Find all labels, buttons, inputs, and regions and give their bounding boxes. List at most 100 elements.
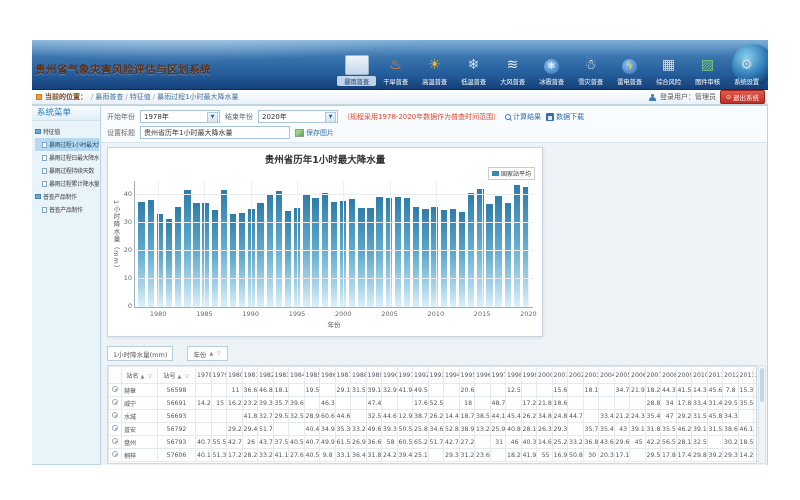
value-cell: 29.4: [242, 423, 258, 436]
nav-item-干旱普查[interactable]: ♨干旱普查: [376, 55, 415, 86]
year-header-2005[interactable]: 2005: [614, 367, 630, 384]
start-year-select[interactable]: 1978年: [140, 110, 220, 123]
year-header-2000[interactable]: 2000: [537, 367, 553, 384]
year-header-1989[interactable]: 1989: [366, 367, 382, 384]
year-header-1999[interactable]: 1999: [521, 367, 537, 384]
nav-item-低温普查[interactable]: ❄低温普查: [454, 55, 493, 86]
value-cell: [382, 397, 398, 410]
scrollbar-thumb[interactable]: [760, 368, 764, 402]
year-header-1992[interactable]: 1992: [413, 367, 429, 384]
table-scrollbar[interactable]: [758, 365, 766, 464]
year-header-1996[interactable]: 1996: [475, 367, 491, 384]
low-temp-icon: ❄: [462, 55, 486, 75]
year-header-1982[interactable]: 1982: [258, 367, 274, 384]
year-header-1990[interactable]: 1990: [382, 367, 398, 384]
row-radio-button[interactable]: [112, 412, 118, 418]
year-header-2003[interactable]: 2003: [583, 367, 599, 384]
chart-bar-1983: [184, 190, 190, 307]
page-icon: [42, 207, 47, 213]
value-cell: 38.7: [413, 410, 429, 423]
select-cell: [109, 410, 122, 423]
year-header-1991[interactable]: 1991: [397, 367, 413, 384]
value-cell: [475, 384, 491, 397]
row-radio-button[interactable]: [112, 438, 118, 444]
nav-item-雪灾普查[interactable]: ☃雪灾普查: [571, 55, 610, 86]
chart-title: 贵州省历年1小时最大降水量: [108, 152, 542, 166]
year-header-2004[interactable]: 2004: [599, 367, 615, 384]
sidebar-item[interactable]: 暴雨过程1小时最大降水量: [35, 138, 99, 151]
year-header-1995[interactable]: 1995: [459, 367, 475, 384]
chart-title-input[interactable]: 贵州省历年1小时最大降水量: [140, 126, 290, 139]
sort-arrows-icon[interactable]: ▲ ▽: [178, 374, 190, 380]
nav-item-暴雨普查[interactable]: ☂暴雨普查: [337, 55, 376, 86]
nav-item-图件审核[interactable]: ▨图件审核: [688, 55, 727, 86]
end-year-select[interactable]: 2020年: [258, 110, 338, 123]
year-header-1979[interactable]: 1979: [211, 367, 227, 384]
value-cell: 40.4: [304, 423, 320, 436]
year-header-1984[interactable]: 1984: [289, 367, 305, 384]
value-cell: 26.2: [428, 410, 444, 423]
year-sort-box[interactable]: 年份 ▲ ▽: [187, 346, 227, 361]
year-header-1980[interactable]: 1980: [227, 367, 243, 384]
sidebar-group-普查产品制作[interactable]: 普查产品制作: [35, 190, 99, 203]
year-header-1983[interactable]: 1983: [273, 367, 289, 384]
year-header-2008[interactable]: 2008: [661, 367, 677, 384]
nav-item-综合风险[interactable]: ▦综合风险: [649, 55, 688, 86]
save-image-button[interactable]: 保存图片: [295, 128, 334, 138]
download-button[interactable]: 数据下载: [546, 112, 584, 122]
year-header-1981[interactable]: 1981: [242, 367, 258, 384]
year-header-1997[interactable]: 1997: [490, 367, 506, 384]
year-header-1988[interactable]: 1988: [351, 367, 367, 384]
year-header-1987[interactable]: 1987: [335, 367, 351, 384]
value-cell: 14.2: [738, 449, 754, 462]
year-header-1978[interactable]: 1978: [196, 367, 212, 384]
breadcrumb-link[interactable]: 暴雨普查: [95, 93, 123, 101]
row-radio-button[interactable]: [112, 386, 118, 392]
year-header-2009[interactable]: 2009: [676, 367, 692, 384]
value-cell: 36.8: [583, 436, 599, 449]
calculate-button[interactable]: 计算结果: [505, 112, 541, 122]
year-header-1986[interactable]: 1986: [320, 367, 336, 384]
year-header-2002[interactable]: 2002: [568, 367, 584, 384]
value-cell: [599, 397, 615, 410]
row-radio-button[interactable]: [112, 451, 118, 457]
year-header-1998[interactable]: 1998: [506, 367, 522, 384]
nav-item-冰雹普查[interactable]: ❄冰雹普查: [532, 55, 571, 86]
sidebar-item[interactable]: 暴雨过程累计降水量: [35, 177, 99, 190]
nav-item-系统设置[interactable]: ⚙系统设置: [727, 55, 766, 86]
year-header-1985[interactable]: 1985: [304, 367, 320, 384]
year-header-2013[interactable]: 2013: [738, 367, 754, 384]
breadcrumb-link[interactable]: 特征值: [130, 93, 151, 101]
value-cell: 21.2: [614, 410, 630, 423]
gridline: [482, 181, 483, 307]
sidebar-group-特征值[interactable]: 特征值: [35, 125, 99, 138]
year-header-2010[interactable]: 2010: [692, 367, 708, 384]
year-header-1993[interactable]: 1993: [428, 367, 444, 384]
nav-item-高温普查[interactable]: ☀高温普查: [415, 55, 454, 86]
sidebar-item[interactable]: 暴雨过程持续天数: [35, 164, 99, 177]
year-header-1994[interactable]: 1994: [444, 367, 460, 384]
value-cell: 34.8: [537, 410, 553, 423]
year-header-2011[interactable]: 2011: [707, 367, 723, 384]
year-header-2014[interactable]: 2014: [754, 367, 757, 384]
year-header-2006[interactable]: 2006: [630, 367, 646, 384]
row-radio-button[interactable]: [112, 399, 118, 405]
sidebar-item[interactable]: 暴雨过程日最大降水量: [35, 151, 99, 164]
year-header-2001[interactable]: 2001: [552, 367, 568, 384]
year-header-2012[interactable]: 2012: [723, 367, 739, 384]
station-name-header[interactable]: 站名 ▲ ▽: [122, 367, 158, 384]
gridline: [297, 181, 298, 307]
station-id-header[interactable]: 站号 ▲ ▽: [158, 367, 196, 384]
breadcrumb-separator: /: [153, 93, 155, 101]
sort-arrows-icon[interactable]: ▲ ▽: [141, 374, 153, 380]
breadcrumb-link[interactable]: 暴雨过程1小时最大降水量: [157, 93, 238, 101]
nav-item-雷电普查[interactable]: ϟ雷电普查: [610, 55, 649, 86]
value-type-box[interactable]: 1小时降水量(mm): [107, 346, 173, 361]
sidebar-item-label: 暴雨过程持续天数: [49, 166, 94, 175]
year-header-2007[interactable]: 2007: [645, 367, 661, 384]
value-cell: 15.3: [738, 384, 754, 397]
nav-item-大风普查[interactable]: ≋大风普查: [493, 55, 532, 86]
row-radio-button[interactable]: [112, 425, 118, 431]
sidebar-item[interactable]: 普查产品制作: [35, 203, 99, 216]
logout-button[interactable]: ⊙ 退出系统: [720, 90, 765, 104]
